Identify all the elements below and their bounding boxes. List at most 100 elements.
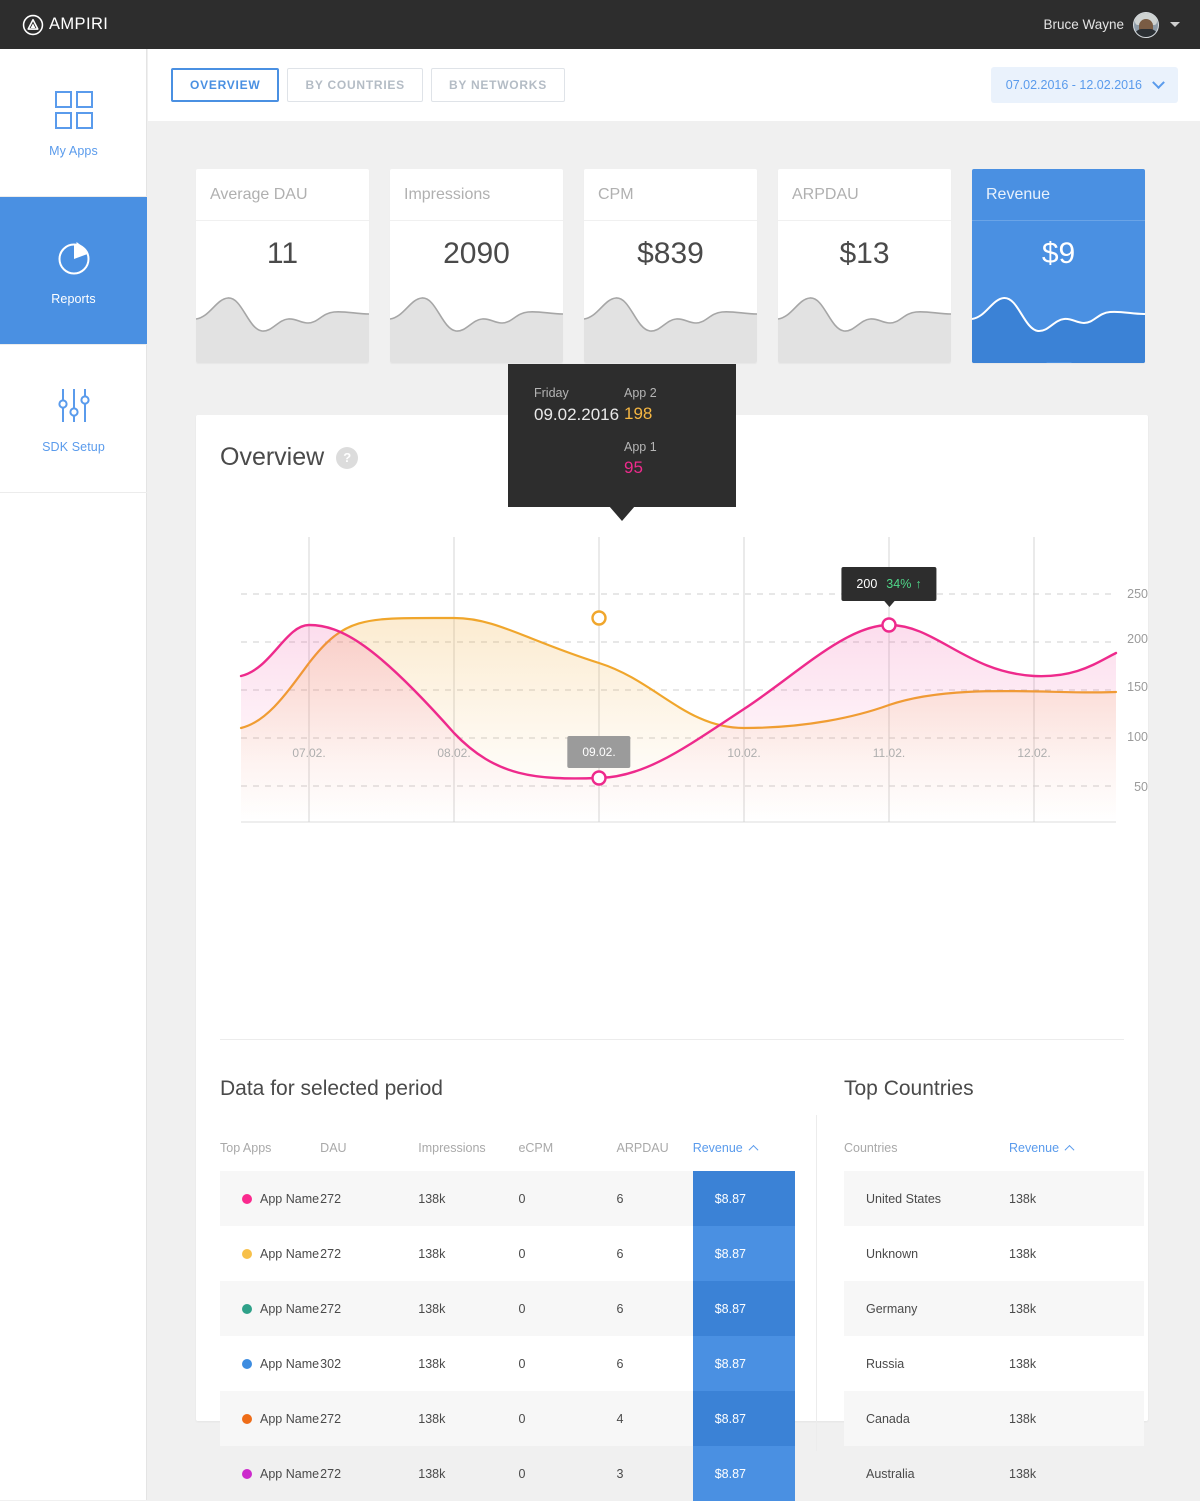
column-header-dau[interactable]: DAU xyxy=(320,1133,418,1171)
tab-overview[interactable]: OVERVIEW xyxy=(171,68,280,102)
table-row[interactable]: Australia 138k xyxy=(844,1446,1144,1501)
kpi-value: 2090 xyxy=(443,237,510,270)
table-header-row: Countries Revenue xyxy=(844,1133,1144,1171)
cell-arpdau: 4 xyxy=(616,1391,693,1446)
kpi-title: ARPDAU xyxy=(778,169,951,221)
app-color-dot xyxy=(242,1358,252,1369)
kpi-card-impressions[interactable]: Impressions 2090 xyxy=(390,169,563,363)
sparkline-chart xyxy=(778,297,951,363)
cell-impressions: 138k xyxy=(418,1356,446,1371)
table-row[interactable]: App Name 272 138k 0 6 $8.87 xyxy=(220,1226,795,1281)
cell-impressions: 138k xyxy=(418,1391,519,1446)
chevron-down-icon xyxy=(1152,75,1165,89)
column-header-arpdau[interactable]: ARPDAU xyxy=(617,1133,693,1171)
cell-ecpm: 0 xyxy=(518,1281,617,1336)
cell-revenue: $8.87 xyxy=(692,1171,795,1226)
cell-dau: 272 xyxy=(320,1246,342,1261)
tab-by-networks[interactable]: BY NETWORKS xyxy=(430,68,565,102)
brand-logo[interactable]: AMPIRI xyxy=(22,14,108,36)
cell-dau: 302 xyxy=(320,1356,342,1371)
kpi-card-revenue[interactable]: Revenue $9 xyxy=(972,169,1145,363)
app-name: App Name xyxy=(260,1466,320,1481)
tooltip-date: 09.02.2016 xyxy=(534,405,620,424)
cell-arpdau: 6 xyxy=(616,1246,624,1261)
column-header-impressions[interactable]: Impressions xyxy=(418,1133,518,1171)
table-row[interactable]: App Name 302 138k 0 6 $8.87 xyxy=(220,1336,795,1391)
sidebar: My Apps Reports SDK Setup xyxy=(0,49,147,1500)
app-color-dot xyxy=(242,1193,252,1204)
table-divider xyxy=(816,1115,817,1451)
cell-impressions: 138k xyxy=(418,1466,446,1481)
question-mark-icon[interactable]: ? xyxy=(336,446,359,469)
countries-table: Countries Revenue United States 138k Unk… xyxy=(844,1133,1144,1501)
cell-arpdau: 6 xyxy=(616,1171,693,1226)
kpi-card-cpm[interactable]: CPM $839 xyxy=(584,169,757,363)
data-for-period-section: Data for selected period Top Apps DAU Im… xyxy=(220,1077,795,1501)
cell-revenue: 138k xyxy=(1009,1246,1037,1261)
cell-revenue: $8.87 xyxy=(692,1336,795,1391)
column-header-countries[interactable]: Countries xyxy=(844,1133,1009,1171)
grid-squares-icon xyxy=(53,87,95,133)
avatar xyxy=(1133,11,1159,38)
table-row[interactable]: Russia 138k xyxy=(844,1336,1144,1391)
chevron-down-icon[interactable] xyxy=(1170,22,1180,27)
table-row[interactable]: Germany 138k xyxy=(844,1281,1144,1336)
x-axis-tick[interactable]: 08.02. xyxy=(437,746,470,760)
kpi-card-average-dau[interactable]: Average DAU 11 xyxy=(196,169,369,363)
kpi-card-arpdau[interactable]: ARPDAU $13 xyxy=(778,169,951,363)
x-axis-tick[interactable]: 07.02. xyxy=(292,746,325,760)
cell-arpdau: 6 xyxy=(616,1281,693,1336)
date-range-label: 07.02.2016 - 12.02.2016 xyxy=(1005,78,1142,92)
sidebar-item-sdk-setup[interactable]: SDK Setup xyxy=(0,345,147,492)
cell-ecpm: 0 xyxy=(518,1466,526,1481)
table-row[interactable]: App Name 272 138k 0 6 $8.87 xyxy=(220,1281,795,1336)
section-title: Data for selected period xyxy=(220,1077,443,1100)
user-name: Bruce Wayne xyxy=(1043,17,1124,32)
data-point-marker xyxy=(591,610,607,626)
section-divider xyxy=(220,1039,1124,1040)
caret-up-icon xyxy=(1064,1144,1075,1155)
table-row[interactable]: Unknown 138k xyxy=(844,1226,1144,1281)
column-header-ecpm[interactable]: eCPM xyxy=(518,1133,616,1171)
cell-impressions: 138k xyxy=(418,1246,446,1261)
cell-revenue: 138k xyxy=(1009,1356,1037,1371)
selected-kpi-pointer xyxy=(1045,362,1072,363)
sparkline-chart xyxy=(390,297,563,363)
table-row[interactable]: App Name 272 138k 0 3 $8.87 xyxy=(220,1446,795,1501)
table-row[interactable]: United States 138k xyxy=(844,1171,1144,1226)
cell-impressions: 138k xyxy=(418,1281,519,1336)
point-value: 200 xyxy=(856,577,878,591)
kpi-value: $13 xyxy=(839,237,890,270)
table-row[interactable]: Canada 138k xyxy=(844,1391,1144,1446)
cell-arpdau: 3 xyxy=(616,1466,624,1481)
table-row[interactable]: App Name 272 138k 0 6 $8.87 xyxy=(220,1171,795,1226)
main-content: Average DAU 11 Impressions 2090 CPM $839 xyxy=(148,121,1200,1501)
table-row[interactable]: App Name 272 138k 0 4 $8.87 xyxy=(220,1391,795,1446)
user-menu[interactable]: Bruce Wayne xyxy=(1043,11,1180,38)
app-color-dot xyxy=(242,1303,252,1314)
column-header-revenue[interactable]: Revenue xyxy=(1009,1133,1144,1171)
chart-plot xyxy=(239,537,1118,823)
cell-revenue: $8.87 xyxy=(692,1281,795,1336)
column-header-top-apps[interactable]: Top Apps xyxy=(220,1133,320,1171)
tab-by-countries[interactable]: BY COUNTRIES xyxy=(287,68,423,102)
kpi-value: $839 xyxy=(637,237,704,270)
date-range-picker[interactable]: 07.02.2016 - 12.02.2016 xyxy=(990,67,1178,103)
tooltip-series-name: App 2 xyxy=(624,386,657,400)
overview-area-chart[interactable]: 250 200 150 100 50 200 34% ↑ xyxy=(196,537,1148,847)
x-axis-tick[interactable]: 11.02. xyxy=(873,746,905,760)
cell-revenue: 138k xyxy=(1009,1391,1144,1446)
x-axis-tick-selected[interactable]: 09.02. xyxy=(567,736,631,768)
sidebar-item-my-apps[interactable]: My Apps xyxy=(0,49,147,196)
x-axis-tick[interactable]: 10.02. xyxy=(727,746,760,760)
column-header-revenue[interactable]: Revenue xyxy=(693,1133,795,1171)
cell-ecpm: 0 xyxy=(518,1246,526,1261)
tooltip-arrow xyxy=(609,506,635,521)
point-change: 34% xyxy=(886,577,912,591)
sidebar-item-reports[interactable]: Reports xyxy=(0,197,147,344)
tooltip-series-value: 95 xyxy=(624,458,643,477)
table-header-row: Top Apps DAU Impressions eCPM ARPDAU Rev… xyxy=(220,1133,795,1171)
x-axis-tick[interactable]: 12.02. xyxy=(1017,746,1050,760)
sub-header: OVERVIEW BY COUNTRIES BY NETWORKS 07.02.… xyxy=(148,49,1200,121)
cell-revenue: $8.87 xyxy=(692,1446,795,1501)
